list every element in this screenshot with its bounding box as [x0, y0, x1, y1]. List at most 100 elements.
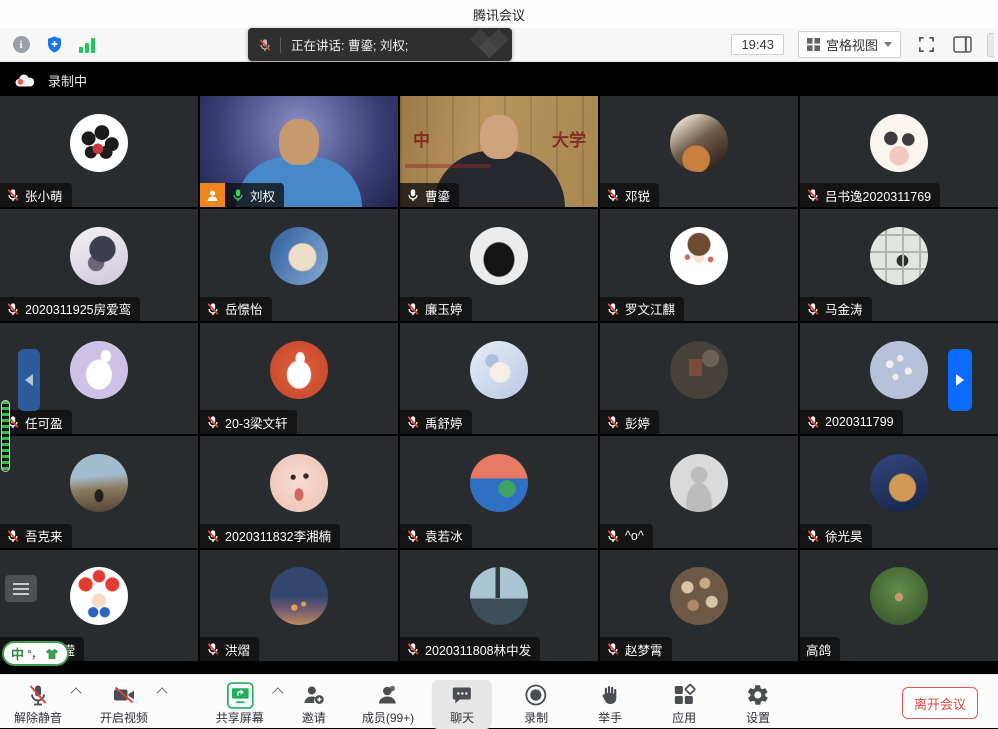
toolbar-icon: [112, 682, 136, 708]
mic-icon: [406, 415, 420, 429]
participant-tile[interactable]: 徐光昊: [800, 436, 998, 547]
participant-label-main: 任可盈: [0, 410, 72, 434]
toolbar-button[interactable]: 邀请: [284, 680, 344, 729]
participant-label: 邓锐: [600, 183, 659, 207]
window-titlebar: 腾讯会议: [0, 0, 998, 28]
mic-icon: [406, 529, 420, 543]
participant-tile[interactable]: 张小萌: [0, 96, 198, 207]
topbar-right-controls: 19:43 宫格视图: [731, 31, 998, 58]
participant-tile[interactable]: 2020311832李湘楠: [200, 436, 398, 547]
participant-tile[interactable]: 吾克来: [0, 436, 198, 547]
participant-label-main: 罗文江麒: [600, 297, 684, 321]
audio-level-meter: [1, 400, 10, 472]
participant-tile[interactable]: 罗文江麒: [600, 209, 798, 320]
toolbar-button[interactable]: 成员(99+): [358, 680, 418, 729]
speaking-toast: 正在讲话: 曹鎏; 刘权;: [248, 28, 512, 61]
toolbar-button[interactable]: 举手: [580, 680, 640, 729]
meeting-timer: 19:43: [731, 34, 784, 55]
participant-name: 岳憬怡: [225, 299, 263, 318]
participant-tile[interactable]: ^o^: [600, 436, 798, 547]
participant-label-main: 徐光昊: [800, 524, 872, 548]
page-right-arrow[interactable]: [948, 349, 972, 411]
toolbar-label: 邀请: [302, 709, 326, 726]
participant-tile[interactable]: 袁若冰: [400, 436, 598, 547]
security-shield-icon[interactable]: [45, 36, 63, 54]
toolbar-button[interactable]: 录制: [506, 680, 566, 729]
toolbar-label: 设置: [746, 709, 770, 726]
chevron-up-icon[interactable]: [272, 687, 283, 698]
topbar-left-icons: i: [0, 36, 96, 54]
participant-tile[interactable]: 2020311925房爱鸾: [0, 209, 198, 320]
participant-label-main: 吕书逸2020311769: [800, 183, 940, 207]
chevron-up-icon[interactable]: [70, 687, 81, 698]
toolbar-label: 聊天: [450, 709, 474, 726]
participant-tile[interactable]: 邓锐: [600, 96, 798, 207]
participant-tile[interactable]: 赵梦霄: [600, 550, 798, 661]
participant-label-main: ^o^: [600, 524, 653, 548]
wall-logo-text-right: 大学: [552, 126, 586, 151]
participant-tile[interactable]: 2020311808林中发: [400, 550, 598, 661]
list-menu-button[interactable]: [5, 575, 37, 602]
participant-tile[interactable]: 洪熠: [200, 550, 398, 661]
camera-off-icon: [112, 683, 136, 707]
toolbar-label: 共享屏幕: [216, 709, 264, 726]
toolbar-label: 解除静音: [14, 709, 62, 726]
view-mode-dropdown[interactable]: 宫格视图: [798, 31, 901, 58]
mic-icon: [806, 415, 820, 429]
participant-label-main: 2020311799: [800, 410, 903, 434]
toolbar-button[interactable]: 解除静音: [8, 680, 68, 729]
avatar: [670, 454, 728, 512]
leave-meeting-button[interactable]: 离开会议: [902, 687, 978, 719]
ime-status-pill[interactable]: 中 °，: [2, 641, 69, 666]
ime-punctuation-label: °，: [27, 645, 42, 662]
participant-tile[interactable]: 马金涛: [800, 209, 998, 320]
toast-divider: [280, 37, 281, 53]
participant-tile[interactable]: 20-3梁文轩: [200, 323, 398, 434]
toolbar-button[interactable]: 聊天: [432, 680, 492, 729]
participant-tile[interactable]: 廉玉婷: [400, 209, 598, 320]
page-left-arrow[interactable]: [18, 349, 40, 411]
meeting-info-icon[interactable]: i: [12, 36, 30, 54]
participant-label: 2020311808林中发: [400, 637, 540, 661]
side-panel-icon[interactable]: [951, 34, 973, 56]
recording-indicator: 录制中: [14, 71, 87, 90]
participant-tile[interactable]: 禹舒婷: [400, 323, 598, 434]
participant-tile[interactable]: 曹鎏: [400, 96, 598, 207]
toolbar-button[interactable]: 开启视频: [94, 680, 154, 729]
fullscreen-icon[interactable]: [915, 34, 937, 56]
cloud-record-icon: [14, 73, 36, 88]
avatar: [870, 454, 928, 512]
chat-icon: [450, 683, 474, 707]
toolbar-icon: [450, 682, 474, 708]
network-signal-icon[interactable]: [78, 36, 96, 54]
avatar: [70, 454, 128, 512]
toolbar-button[interactable]: 应用: [654, 680, 714, 729]
participant-label-main: 赵梦霄: [600, 637, 672, 661]
avatar: [470, 341, 528, 399]
chevron-up-icon[interactable]: [156, 687, 167, 698]
participant-tile[interactable]: 高鸽: [800, 550, 998, 661]
toolbar-left-group: 解除静音 开启视频: [8, 680, 154, 729]
participant-label: ^o^: [600, 524, 653, 548]
participant-tile[interactable]: 彭婷: [600, 323, 798, 434]
mic-icon: [806, 188, 820, 202]
participant-label-main: 张小萌: [0, 183, 72, 207]
avatar: [70, 114, 128, 172]
mic-icon: [606, 642, 620, 656]
participant-label-main: 2020311808林中发: [400, 637, 540, 661]
participant-label: 2020311925房爱鸾: [0, 297, 140, 321]
toolbar-icon: [672, 682, 696, 708]
avatar: [470, 454, 528, 512]
participant-label-main: 高鸽: [800, 637, 840, 661]
participant-tile[interactable]: 刘权: [200, 96, 398, 207]
toolbar-button[interactable]: 设置: [728, 680, 788, 729]
avatar: [670, 341, 728, 399]
mic-icon: [6, 529, 20, 543]
toolbar-button[interactable]: 共享屏幕: [210, 680, 270, 729]
participant-label-main: 邓锐: [600, 183, 659, 207]
toolbar-icon: [598, 682, 622, 708]
participant-tile[interactable]: 岳憬怡: [200, 209, 398, 320]
participant-name: 徐光昊: [825, 526, 863, 545]
participant-tile[interactable]: 吕书逸2020311769: [800, 96, 998, 207]
participant-label: 高鸽: [800, 637, 840, 661]
